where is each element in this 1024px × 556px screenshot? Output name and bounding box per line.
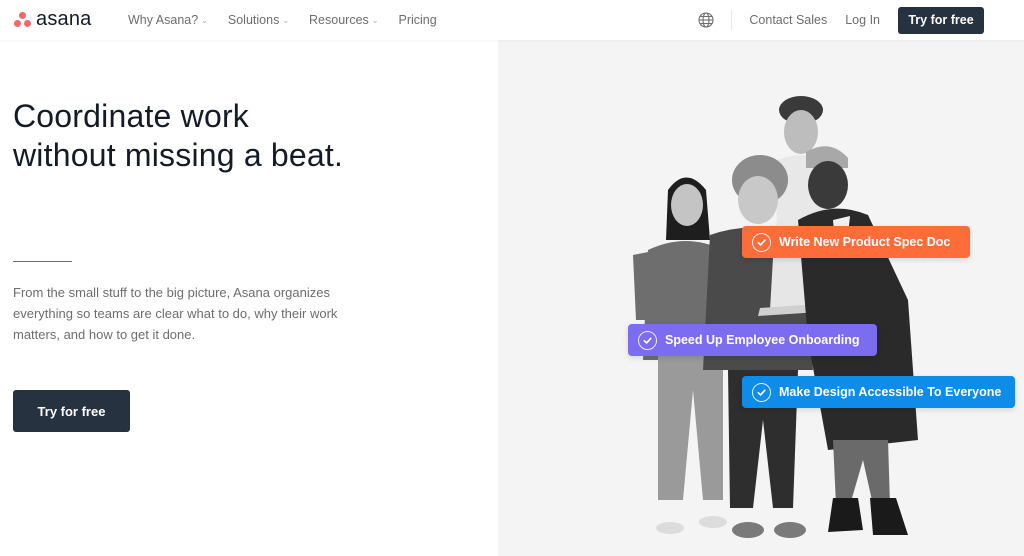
main-nav: Why Asana? ⌄ Solutions ⌄ Resources ⌄ Pri…: [128, 0, 457, 40]
hero-description: From the small stuff to the big picture,…: [13, 285, 338, 342]
right-nav: Contact Sales Log In Try for free: [698, 0, 984, 40]
nav-why-asana-label: Why Asana?: [128, 13, 199, 27]
nav-divider: [731, 10, 733, 30]
nav-solutions[interactable]: Solutions ⌄: [228, 13, 289, 27]
contact-sales-link[interactable]: Contact Sales: [749, 13, 827, 27]
nav-pricing[interactable]: Pricing: [398, 13, 436, 27]
task-label: Write New Product Spec Doc: [779, 235, 951, 249]
asana-logo[interactable]: asana: [13, 8, 92, 31]
nav-solutions-label: Solutions: [227, 13, 280, 27]
hero-text-section: Coordinate work without missing a beat. …: [0, 40, 498, 556]
log-in-link[interactable]: Log In: [845, 13, 880, 27]
chevron-down-icon: ⌄: [201, 15, 208, 25]
task-chip-write-spec[interactable]: Write New Product Spec Doc: [742, 226, 970, 258]
header-try-for-free-button[interactable]: Try for free: [898, 6, 984, 34]
check-circle-icon: [752, 232, 771, 252]
nav-resources[interactable]: Resources ⌄: [309, 13, 378, 27]
headline-line-1: Coordinate work: [13, 98, 249, 134]
top-navigation: asana Why Asana? ⌄ Solutions ⌄ Resources…: [0, 0, 1024, 40]
headline-line-2: without missing a beat.: [13, 137, 344, 173]
hero-headline: Coordinate work without missing a beat.: [13, 97, 343, 175]
chevron-down-icon: ⌄: [282, 15, 290, 25]
team-photo: [633, 96, 918, 538]
task-chip-employee-onboarding[interactable]: Speed Up Employee Onboarding: [628, 324, 877, 356]
divider-line: [13, 261, 72, 262]
hero-try-for-free-button[interactable]: Try for free: [13, 390, 130, 432]
asana-logo-icon: [13, 11, 33, 29]
task-label: Speed Up Employee Onboarding: [665, 333, 860, 347]
hero-image-section: Write New Product Spec Doc Speed Up Empl…: [498, 40, 1024, 556]
check-circle-icon: [638, 330, 657, 350]
chevron-down-icon: ⌄: [371, 15, 379, 25]
check-circle-icon: [752, 382, 771, 402]
nav-resources-label: Resources: [309, 13, 369, 27]
task-chip-design-accessible[interactable]: Make Design Accessible To Everyone: [742, 376, 1015, 408]
globe-icon[interactable]: [698, 12, 714, 28]
task-label: Make Design Accessible To Everyone: [779, 385, 1002, 399]
nav-why-asana[interactable]: Why Asana? ⌄: [128, 13, 208, 27]
nav-pricing-label: Pricing: [398, 13, 437, 27]
brand-name: asana: [36, 8, 92, 30]
